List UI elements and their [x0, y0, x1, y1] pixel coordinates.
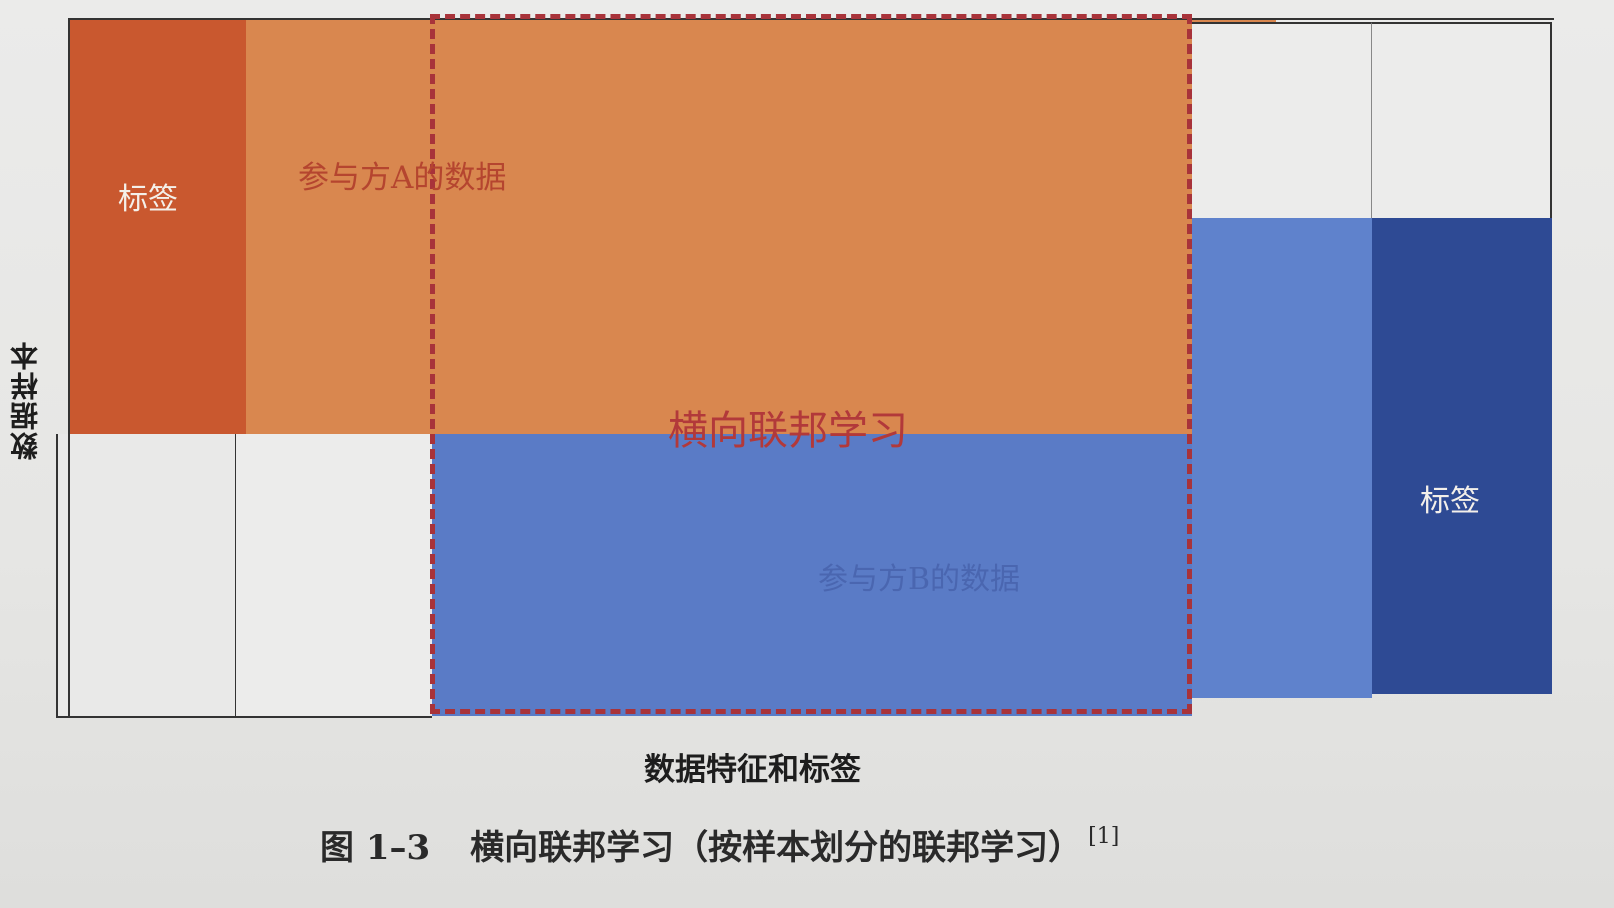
party-a-label-text: 标签 [118, 182, 178, 217]
party-b-data-text: 参与方B的数据 [818, 562, 1021, 597]
horizontal-fl-highlight-box [430, 14, 1192, 714]
party-b-data-block-right [1192, 218, 1372, 698]
figure-caption: 图 1–3 横向联邦学习（按样本划分的联邦学习） [1] [320, 820, 1119, 869]
horizontal-fl-text: 横向联邦学习 [668, 408, 908, 454]
y-axis-label: 数据样本 [9, 340, 42, 460]
diagram-left-border [68, 18, 70, 718]
figure-title: 横向联邦学习（按样本划分的联邦学习） [470, 828, 1083, 868]
figure-reference: [1] [1088, 824, 1120, 849]
party-a-data-text: 参与方A的数据 [298, 160, 507, 196]
horizontal-federated-learning-diagram: 标签 参与方A的数据 横向联邦学习 参与方B的数据 标签 [56, 14, 1600, 718]
empty-cell-top-right-2 [1372, 22, 1552, 218]
party-b-label-block [1372, 218, 1552, 694]
figure-number: 图 1–3 [320, 828, 431, 868]
empty-cell-bottom-left-1 [56, 434, 236, 718]
book-page: 标签 参与方A的数据 横向联邦学习 参与方B的数据 标签 数据样本 数据特征和标… [0, 0, 1614, 908]
x-axis-label: 数据特征和标签 [644, 752, 861, 788]
party-a-label-block [70, 20, 246, 434]
empty-cell-top-right-1 [1192, 22, 1372, 218]
party-b-label-text: 标签 [1420, 484, 1480, 519]
empty-cell-bottom-left-2 [236, 434, 432, 718]
